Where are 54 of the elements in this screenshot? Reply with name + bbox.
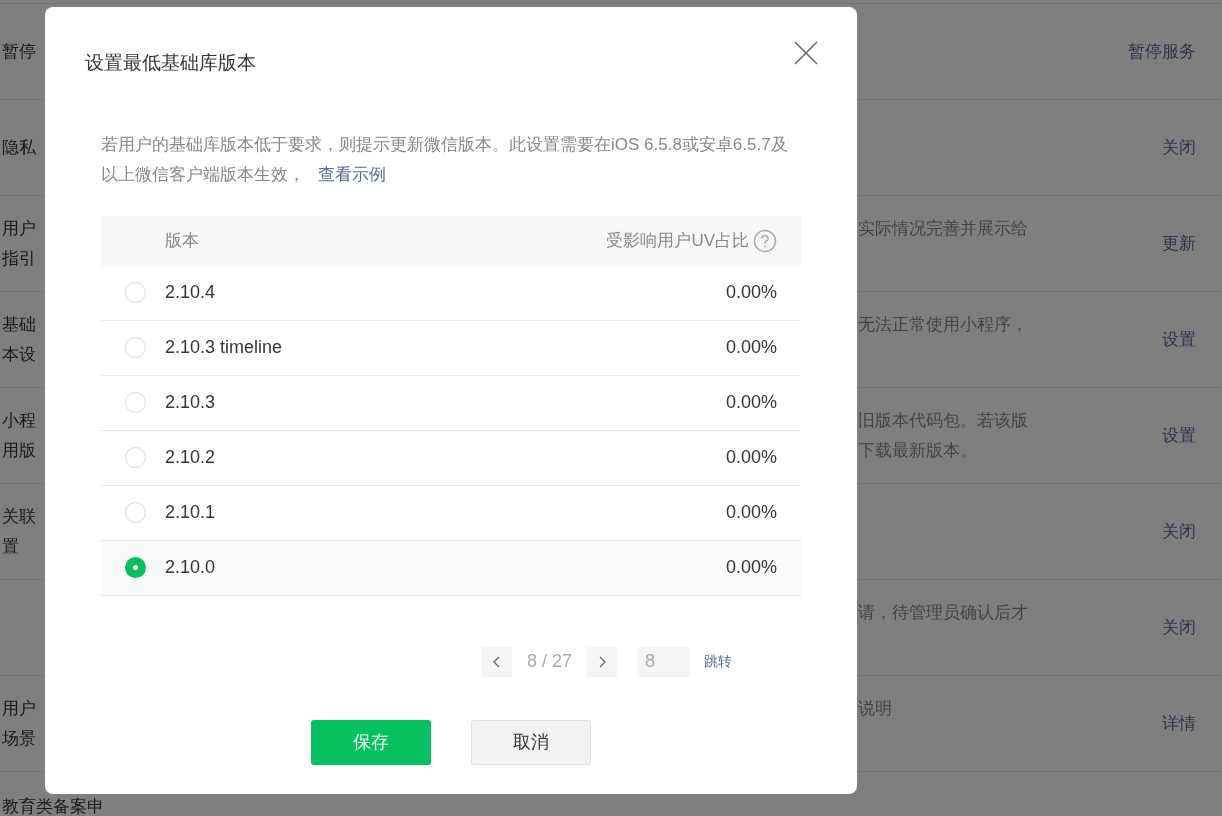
close-icon[interactable] (793, 40, 819, 66)
next-page-button[interactable] (587, 646, 618, 677)
setting-description: 无法正常使用小程序， (858, 314, 1028, 336)
version-text: 2.10.4 (165, 281, 216, 304)
page-indicator: 8 / 27 (527, 650, 573, 673)
version-text: 2.10.3 timeline (165, 336, 283, 359)
setting-label: 教育类备案申 (2, 798, 104, 816)
action-link[interactable]: 关闭 (1162, 580, 1196, 675)
cancel-button[interactable]: 取消 (471, 719, 591, 765)
action-link[interactable]: 设置 (1162, 388, 1196, 483)
share-text: 0.00% (725, 446, 777, 469)
version-text: 2.10.3 (165, 391, 216, 414)
action-link[interactable]: 关闭 (1162, 100, 1196, 195)
version-text: 2.10.0 (165, 556, 216, 579)
notice-text: 若用户的基础库版本低于要求，则提示更新微信版本。此设置需要在iOS 6.5.8或安卓6.5.7及以上微信客户端版本生效， 查看示例 (101, 133, 789, 186)
share-text: 0.00% (725, 501, 777, 524)
share-text: 0.00% (725, 556, 777, 579)
setting-label: 小程 用版 (2, 409, 36, 462)
action-link[interactable]: 设置 (1162, 292, 1196, 387)
setting-description: 旧版本代码包。若该版 下载最新版本。 (858, 410, 1028, 462)
version-row[interactable]: 2.10.0 0.00% (101, 540, 801, 596)
share-text: 0.00% (725, 281, 777, 304)
save-button[interactable]: 保存 (311, 719, 431, 765)
radio-button[interactable] (125, 557, 146, 578)
radio-button[interactable] (125, 502, 146, 523)
jump-link[interactable]: 跳转 (704, 651, 733, 672)
share-text: 0.00% (725, 391, 777, 414)
setting-label: 基础 本设 (2, 313, 36, 366)
setting-label: 暂停 (2, 40, 36, 63)
version-text: 2.10.2 (165, 446, 216, 469)
setting-label: 关联 置 (2, 505, 36, 558)
setting-label: 用户 场景 (2, 697, 36, 750)
setting-description: 说明 (858, 698, 892, 720)
action-link[interactable]: 关闭 (1162, 484, 1196, 579)
action-link[interactable]: 详情 (1162, 676, 1196, 771)
radio-button[interactable] (125, 392, 146, 413)
page-input[interactable]: 8 (637, 646, 691, 677)
share-text: 0.00% (725, 336, 777, 359)
help-icon[interactable] (753, 228, 777, 253)
example-link[interactable]: 查看示例 (317, 164, 386, 184)
dialog-title: 设置最低基础库版本 (85, 51, 256, 75)
radio-button[interactable] (125, 447, 146, 468)
action-link[interactable]: 暂停服务 (1128, 4, 1196, 99)
radio-button[interactable] (125, 282, 146, 303)
previous-page-button[interactable] (482, 646, 512, 677)
column-header: 受影响用户UV占比 (606, 229, 749, 252)
setting-description: 请，待管理员确认后才 (858, 602, 1028, 624)
setting-label: 用户 指引 (2, 217, 36, 270)
version-text: 2.10.1 (165, 501, 216, 524)
radio-button[interactable] (125, 337, 146, 358)
action-link[interactable]: 更新 (1162, 196, 1196, 291)
setting-label: 隐私 (2, 136, 36, 159)
column-header: 版本 (165, 229, 199, 252)
setting-description: 实际情况完善并展示给 (858, 218, 1028, 240)
